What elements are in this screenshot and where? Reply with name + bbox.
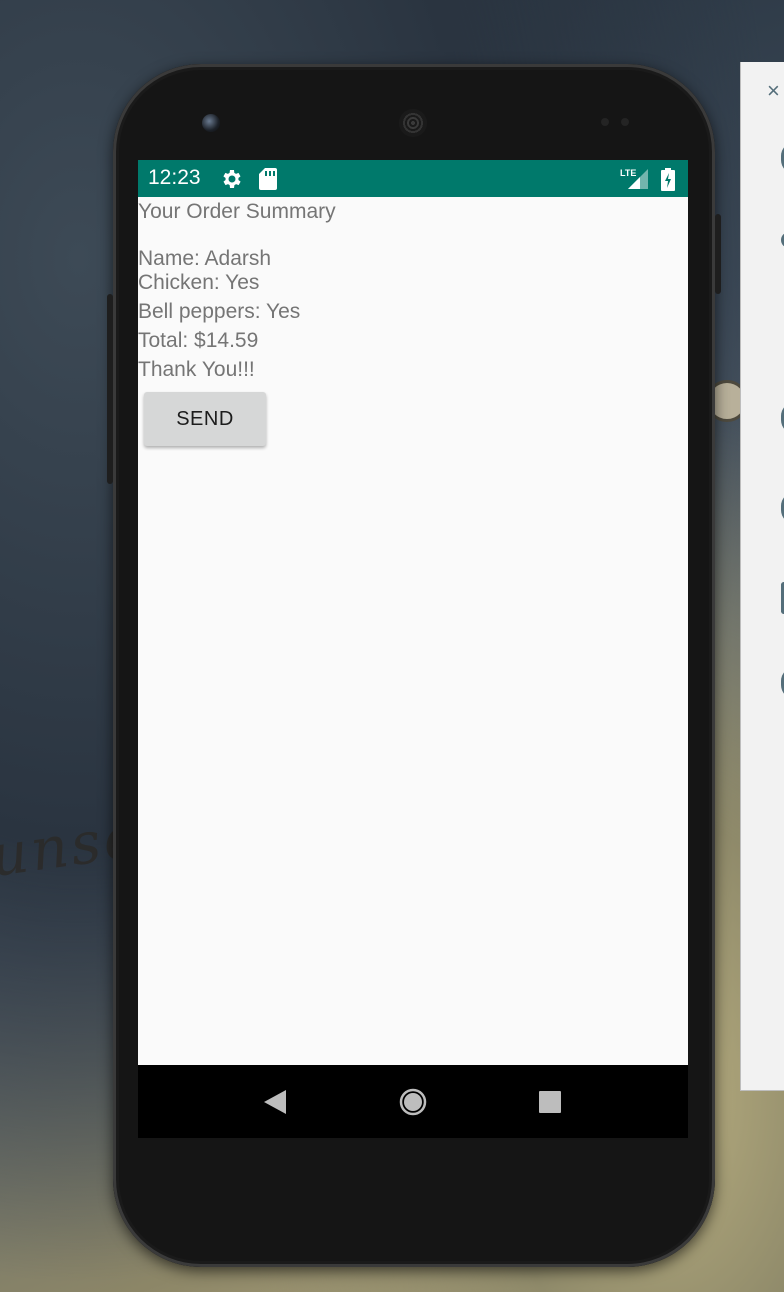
light-sensor bbox=[621, 118, 629, 126]
summary-bell-peppers-line: Bell peppers: Yes bbox=[138, 300, 301, 323]
close-icon[interactable]: × bbox=[767, 78, 780, 104]
status-bar: 12:23 LTE bbox=[138, 160, 688, 197]
earpiece-speaker-icon bbox=[399, 109, 427, 137]
home-icon[interactable] bbox=[399, 1088, 427, 1116]
order-summary-details: Name: Adarsh Chicken: Yes Bell peppers: … bbox=[138, 245, 300, 385]
summary-total-line: Total: $14.59 bbox=[138, 329, 259, 352]
volume-rocker bbox=[107, 294, 113, 484]
front-camera-icon bbox=[202, 114, 220, 132]
summary-chicken-line: Chicken: Yes bbox=[138, 271, 260, 294]
emulator-side-panel: × bbox=[740, 62, 784, 1091]
back-icon[interactable] bbox=[264, 1090, 286, 1114]
network-type-label: LTE bbox=[620, 168, 636, 178]
send-button[interactable]: SEND bbox=[144, 392, 266, 446]
power-key bbox=[715, 214, 721, 294]
lte-signal-icon: LTE bbox=[620, 168, 648, 189]
navigation-bar bbox=[138, 1065, 688, 1138]
order-summary-title: Your Order Summary bbox=[138, 200, 336, 223]
battery-charging-icon bbox=[661, 168, 675, 191]
device-screen: 12:23 LTE Your Order Summary Name: Adars… bbox=[138, 160, 688, 1138]
phone-frame: 12:23 LTE Your Order Summary Name: Adars… bbox=[107, 64, 721, 1267]
gear-icon bbox=[223, 170, 241, 188]
recents-icon[interactable] bbox=[539, 1091, 561, 1113]
summary-name-line: Name: Adarsh bbox=[138, 247, 272, 270]
sd-card-icon bbox=[259, 168, 277, 190]
status-time: 12:23 bbox=[148, 166, 201, 189]
proximity-sensor bbox=[601, 118, 609, 126]
summary-thanks-line: Thank You!!! bbox=[138, 358, 255, 381]
